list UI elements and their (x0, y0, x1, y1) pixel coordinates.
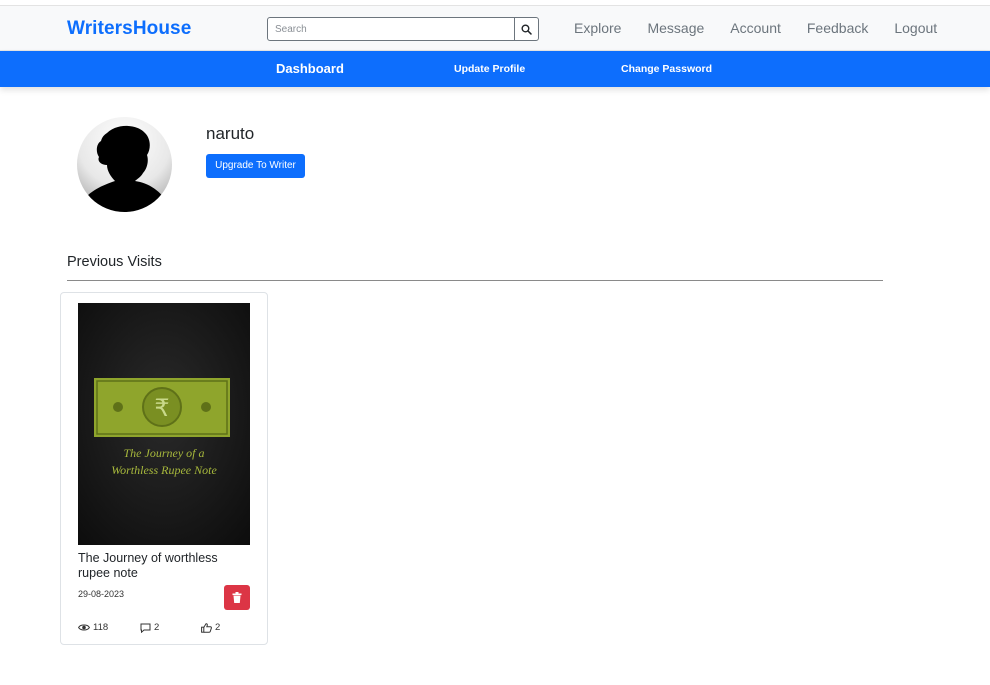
thumbs-up-icon (201, 622, 212, 633)
views-stat: 118 (78, 622, 108, 633)
avatar (77, 117, 172, 212)
profile-username: naruto (206, 124, 255, 143)
nav-logout[interactable]: Logout (894, 20, 937, 36)
book-title[interactable]: The Journey of worthless rupee note (78, 551, 243, 581)
dashboard-subnav: Dashboard Update Profile Change Password (0, 51, 990, 87)
trash-icon (232, 592, 242, 603)
nav-links: Explore Message Account Feedback Logout (574, 20, 963, 36)
views-count: 118 (93, 622, 109, 633)
tab-dashboard[interactable]: Dashboard (276, 51, 344, 87)
book-cover-image[interactable]: ₹ The Journey of a Worthless Rupee Note (78, 303, 250, 545)
top-navbar: WritersHouse Explore Message Account Fee… (0, 6, 990, 51)
cover-title-line1: The Journey of a (124, 446, 205, 460)
search-button[interactable] (514, 18, 538, 40)
comments-stat: 2 (140, 622, 159, 633)
cover-rupee-symbol: ₹ (154, 394, 169, 422)
search-input[interactable] (268, 18, 514, 40)
nav-feedback[interactable]: Feedback (807, 20, 868, 36)
upgrade-to-writer-button[interactable]: Upgrade To Writer (206, 154, 305, 178)
comments-count: 2 (154, 622, 160, 633)
likes-stat[interactable]: 2 (201, 622, 220, 633)
eye-icon (78, 624, 90, 631)
brand-logo[interactable]: WritersHouse (67, 18, 191, 40)
delete-button[interactable] (224, 585, 250, 610)
section-divider (67, 280, 883, 281)
visit-date: 29-08-2023 (78, 589, 125, 599)
nav-message[interactable]: Message (647, 20, 704, 36)
tab-update-profile[interactable]: Update Profile (454, 51, 525, 87)
visit-card[interactable]: ₹ The Journey of a Worthless Rupee Note … (60, 292, 268, 645)
search-icon (521, 23, 532, 35)
search-box (267, 17, 539, 41)
comment-icon (140, 623, 151, 633)
section-title: Previous Visits (67, 254, 162, 270)
nav-explore[interactable]: Explore (574, 20, 621, 36)
tab-change-password[interactable]: Change Password (621, 51, 712, 87)
cover-title-line2: Worthless Rupee Note (111, 463, 217, 477)
likes-count: 2 (215, 622, 221, 633)
nav-account[interactable]: Account (730, 20, 781, 36)
